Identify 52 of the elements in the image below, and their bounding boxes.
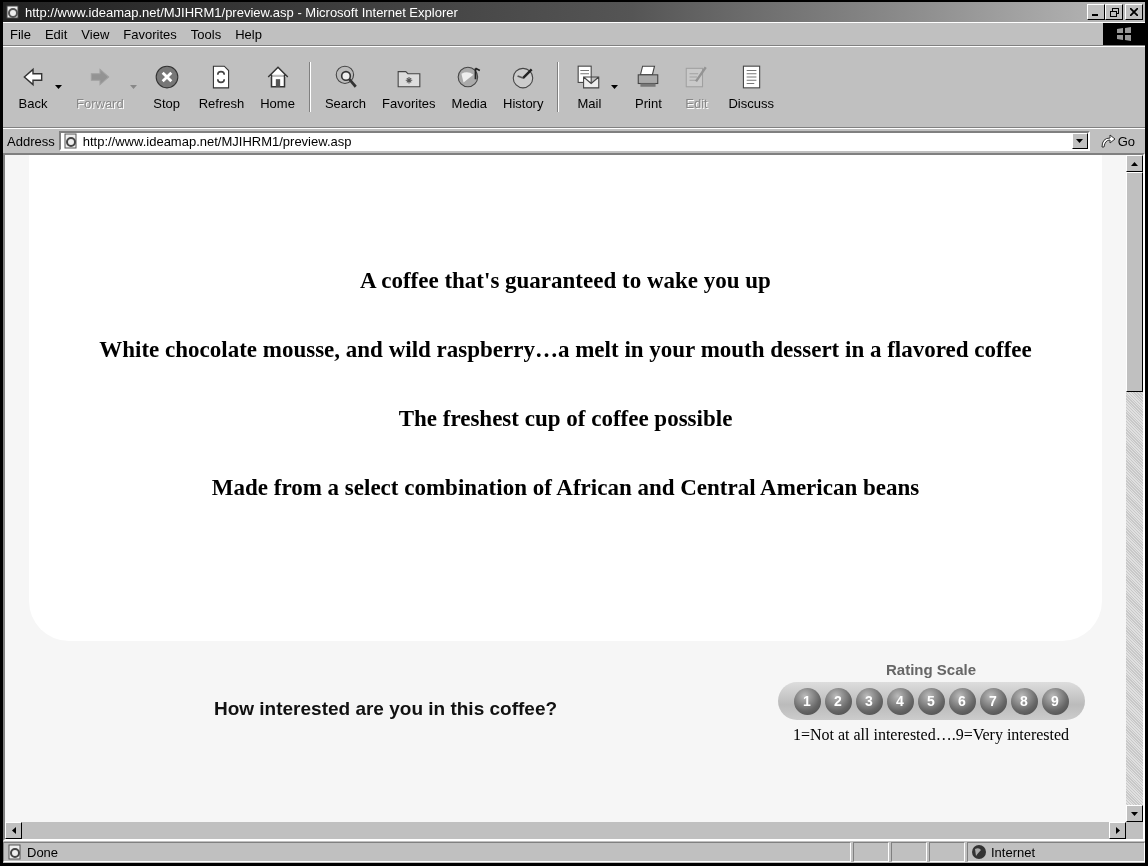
statement-text: The freshest cup of coffee possible [398,405,733,433]
restore-button[interactable] [1105,4,1123,20]
toolbar-button[interactable]: Refresh [190,61,253,113]
zone-text: Internet [991,844,1036,860]
rating-legend: 1=Not at all interested….9=Very interested [792,726,1070,744]
toolbar-button[interactable]: Stop [142,61,191,113]
scroll-up-icon [1131,161,1138,166]
dropdown-button[interactable] [1071,133,1088,149]
menu-item[interactable]: Edit [37,26,75,42]
toolbar-button[interactable]: Mail [565,61,614,113]
menu-item[interactable]: Favorites [116,26,184,42]
toolbar-button[interactable]: Favorites [374,61,444,113]
status-text: Done [27,844,59,860]
curved-arrow-icon [1099,134,1116,148]
stop-icon [153,63,180,90]
statement-text: White chocolate mousse, and wild raspberry…a melt in your mouth dessert in a flavored coffee [99,336,1032,364]
toolbar-button[interactable]: Home [252,61,303,113]
scroll-down-icon [1131,811,1138,816]
minimize-button[interactable] [1087,4,1105,20]
menu-item[interactable]: View [74,26,117,42]
go-button[interactable]: Go [1093,133,1141,149]
toolbar-button[interactable]: Search [316,61,375,113]
menu-item[interactable]: Tools [183,26,229,42]
vertical-scrollbar[interactable] [1126,155,1143,822]
dropdown-caret-icon[interactable] [611,85,619,89]
toolbar-button[interactable]: History [495,61,552,113]
page-icon [7,844,23,860]
address-label: Address [7,133,55,149]
toolbar-button[interactable]: Print [624,61,673,113]
close-icon [1130,8,1138,16]
dropdown-caret-icon[interactable] [55,85,62,89]
toolbar-button[interactable]: Discuss [720,61,782,113]
browser-page-icon [5,4,21,20]
toolbar-button[interactable]: Back [9,61,57,113]
horizontal-scrollbar[interactable] [5,822,1126,839]
statement-text: A coffee that's guaranteed to wake you up [360,267,771,295]
close-button[interactable] [1125,4,1143,20]
caret-icon [1076,139,1084,143]
question-text: How interested are you in this coffee? [212,698,559,720]
page-icon [62,133,79,149]
rating-scale-title: Rating Scale [886,661,976,678]
window-title: http://www.ideamap.net/MJIHRM1/preview.asp - Microsoft Internet Explorer [25,4,458,20]
menu-item[interactable]: Help [228,26,269,42]
scroll-left-icon [11,827,16,834]
scroll-right-icon [1115,827,1120,834]
menu-item[interactable]: File [3,26,38,42]
restore-icon [1109,7,1119,17]
toolbar-button[interactable]: Media [443,61,495,113]
statement-text: Made from a select combination of African and Central American beans [211,474,920,502]
windows-logo-icon [1115,25,1133,43]
address-field[interactable]: http://www.ideamap.net/MJIHRM1/preview.asp [58,131,1090,151]
globe-icon [971,844,987,860]
